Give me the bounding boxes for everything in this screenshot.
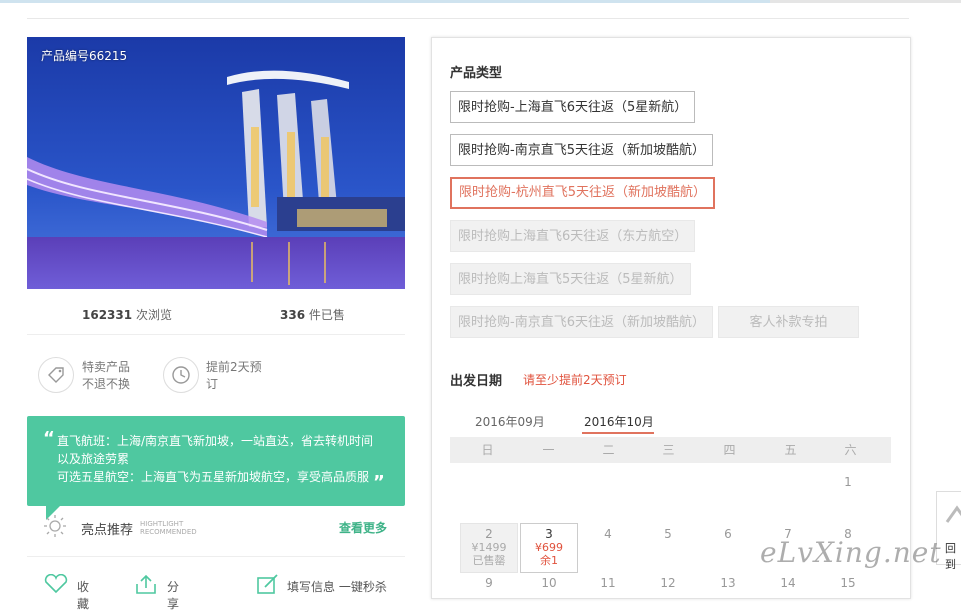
feature-line1: 特卖产品 xyxy=(82,360,131,374)
clock-icon xyxy=(163,357,199,393)
see-more-link[interactable]: 查看更多 xyxy=(339,519,387,536)
heart-icon xyxy=(43,573,69,597)
feature-line1: 提前2天预 xyxy=(206,360,262,374)
calendar-day-soldout: 2 ¥1499 已售罄 xyxy=(460,523,518,573)
edit-icon xyxy=(255,574,281,597)
product-stats: 162331 次浏览 336 件已售 xyxy=(27,306,405,322)
quote-close-icon: ” xyxy=(373,472,385,493)
feature-special-sale: 特卖产品 不退不换 xyxy=(38,357,148,395)
product-id-label: 产品编号66215 xyxy=(41,49,128,63)
divider xyxy=(27,334,405,335)
month-tab[interactable]: 2016年09月 xyxy=(475,413,545,430)
month-tab-indicator xyxy=(582,432,654,434)
product-type-title: 产品类型 xyxy=(450,66,503,81)
product-option-disabled: 限时抢购上海直飞5天往返（5星新航） xyxy=(450,263,691,295)
action-row: 收藏 分享 填写信息 一键秒杀 xyxy=(27,573,405,611)
product-option-disabled: 限时抢购-南京直飞6天往返（新加坡酷航） xyxy=(450,306,713,338)
share-icon xyxy=(133,574,159,597)
weekday-label: 日 xyxy=(481,443,494,457)
highlights-row: 亮点推荐 HIGHTLIGHT RECOMMENDED 查看更多 xyxy=(27,512,405,540)
sun-icon xyxy=(43,514,67,541)
highlights-subtitle: HIGHTLIGHT RECOMMENDED xyxy=(140,520,197,536)
weekday-label: 五 xyxy=(784,443,797,457)
calendar-day-available[interactable]: 3 ¥699 余1 xyxy=(520,523,578,573)
quote-line: 直飞航班：上海/南京直飞新加坡，一站直达，省去转机时间 xyxy=(57,434,374,448)
weekday-label: 四 xyxy=(723,443,736,457)
views-stat: 162331 次浏览 xyxy=(82,308,172,322)
weekday-label: 六 xyxy=(844,443,857,457)
calendar-day: 5 xyxy=(664,527,672,541)
favorite-button[interactable]: 收藏 xyxy=(43,573,89,611)
feature-line2: 不退不换 xyxy=(82,377,131,391)
product-option-disabled: 限时抢购上海直飞6天往返（东方航空） xyxy=(450,220,696,252)
product-option-selected[interactable]: 限时抢购-杭州直飞5天往返（新加坡酷航） xyxy=(450,177,715,209)
quote-line: 以及旅途劳累 xyxy=(57,452,130,466)
sold-stat: 336 件已售 xyxy=(280,308,345,322)
weekday-label: 二 xyxy=(602,443,615,457)
booking-hint: 请至少提前2天预订 xyxy=(523,373,627,387)
product-option-disabled: 客人补款专拍 xyxy=(718,306,859,338)
weekday-label: 一 xyxy=(542,443,555,457)
calendar-day: 6 xyxy=(724,527,732,541)
quick-fill-button[interactable]: 填写信息 一键秒杀 xyxy=(255,574,387,597)
divider xyxy=(27,18,909,19)
calendar-header: 日 一 二 三 四 五 六 xyxy=(450,437,891,463)
watermark: eLvXing.net xyxy=(760,536,942,569)
quote-open-icon: “ xyxy=(43,428,55,449)
top-border xyxy=(0,0,961,3)
departure-title: 出发日期 xyxy=(450,374,503,389)
back-to-top-label: 回到 xyxy=(945,542,956,571)
weekday-label: 三 xyxy=(662,443,675,457)
product-option[interactable]: 限时抢购-上海直飞6天往返（5星新航） xyxy=(450,91,696,123)
calendar-day: 1 xyxy=(844,475,852,489)
divider xyxy=(27,556,405,557)
share-button[interactable]: 分享 xyxy=(133,574,179,611)
highlight-quote-box: “ 直飞航班：上海/南京直飞新加坡，一站直达，省去转机时间 以及旅途劳累 可选五… xyxy=(27,416,405,506)
feature-line2: 订 xyxy=(206,377,219,391)
highlights-title: 亮点推荐 xyxy=(81,523,134,538)
product-option[interactable]: 限时抢购-南京直飞5天往返（新加坡酷航） xyxy=(450,134,713,166)
quote-line: 可选五星航空：上海直飞为五星新加坡航空，享受高品质服 xyxy=(57,470,370,484)
feature-advance-booking: 提前2天预 订 xyxy=(163,357,273,395)
arrow-up-icon xyxy=(945,505,961,523)
calendar-day: 4 xyxy=(604,527,612,541)
tag-icon xyxy=(38,357,74,393)
month-tab-active[interactable]: 2016年10月 xyxy=(584,413,654,430)
product-photo: 产品编号66215 xyxy=(27,37,405,289)
